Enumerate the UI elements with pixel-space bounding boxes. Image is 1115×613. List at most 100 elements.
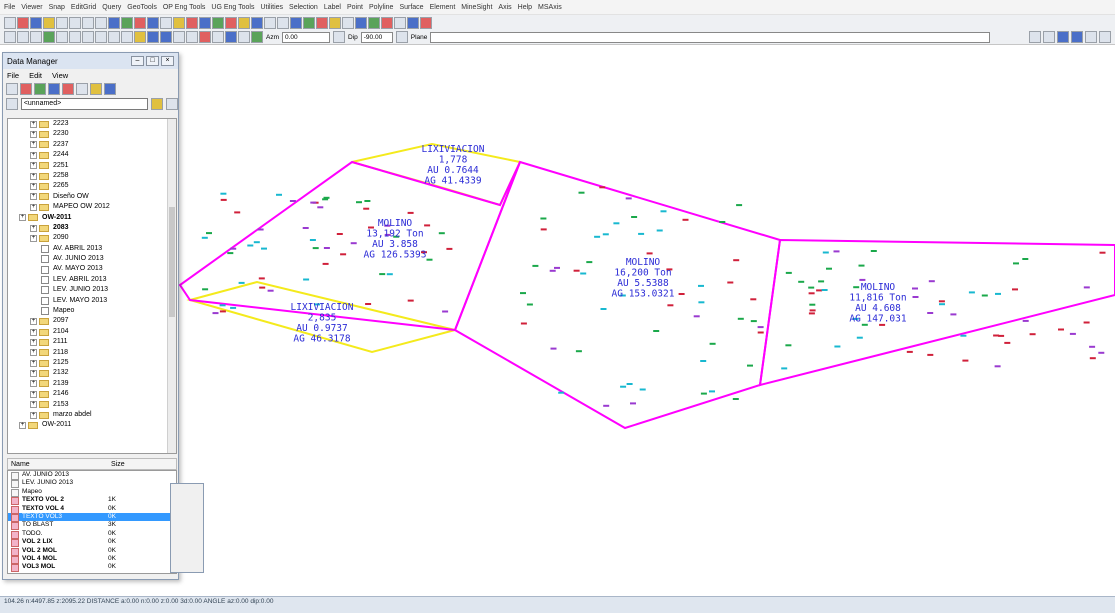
list-item[interactable]: TEXTO VOL 2 1K <box>8 496 176 506</box>
column-size[interactable]: Size <box>108 461 125 468</box>
expand-icon[interactable]: + <box>30 193 37 201</box>
menu-op-eng-tools[interactable]: OP Eng Tools <box>163 4 206 11</box>
zoom-window-icon[interactable] <box>30 31 42 43</box>
render-icon[interactable] <box>251 31 263 43</box>
menu-snap[interactable]: Snap <box>49 4 65 11</box>
tree-item[interactable]: Mapeo <box>8 306 176 316</box>
tree-item[interactable]: AV. JUNIO 2013 <box>8 254 176 264</box>
close-icon[interactable]: × <box>161 56 174 66</box>
render-icon[interactable] <box>212 31 224 43</box>
tree-item[interactable]: +2153 <box>8 400 176 410</box>
window-icon[interactable] <box>1029 31 1041 43</box>
tool-icon[interactable] <box>407 16 419 29</box>
list-item[interactable]: TEXTO VOL 4 0K <box>8 505 176 515</box>
expand-icon[interactable]: + <box>30 141 37 149</box>
menu-utilities[interactable]: Utilities <box>260 4 283 11</box>
grid-icon[interactable] <box>82 31 94 43</box>
arrows-icon[interactable] <box>333 31 345 43</box>
grid-icon[interactable] <box>69 31 81 43</box>
tree-item[interactable]: +2111 <box>8 337 176 347</box>
object-icon[interactable] <box>76 83 88 95</box>
expand-icon[interactable]: + <box>30 203 37 211</box>
arrows-icon[interactable] <box>395 31 408 43</box>
tool-icon[interactable] <box>277 16 289 29</box>
tree-item[interactable]: + MAPEO OW 2012 <box>8 202 176 212</box>
tree-item[interactable]: +2223 <box>8 119 176 129</box>
render-icon[interactable] <box>199 31 211 43</box>
tree-item[interactable]: +2132 <box>8 368 176 378</box>
tree-item[interactable]: + OW-2011 <box>8 213 176 223</box>
menu-ug-eng-tools[interactable]: UG Eng Tools <box>211 4 254 11</box>
expand-icon[interactable]: + <box>30 349 37 357</box>
object-icon[interactable] <box>34 83 46 95</box>
tree-item[interactable]: LEV. MAYO 2013 <box>8 296 176 306</box>
tree-item[interactable]: +2139 <box>8 379 176 389</box>
tool-icon[interactable] <box>251 16 263 29</box>
restore-icon[interactable]: □ <box>146 56 159 66</box>
view-icon[interactable] <box>147 31 159 43</box>
expand-icon[interactable]: + <box>19 422 26 430</box>
menu-polyline[interactable]: Polyline <box>369 4 394 11</box>
tool-icon[interactable] <box>225 16 237 29</box>
zoom-in-icon[interactable] <box>4 31 16 43</box>
expand-icon[interactable]: + <box>30 338 37 346</box>
tree-item[interactable]: LEV. ABRIL 2013 <box>8 275 176 285</box>
view-icon[interactable] <box>173 31 185 43</box>
target-icon[interactable] <box>121 31 133 43</box>
menu-msaxis[interactable]: MSAxis <box>538 4 562 11</box>
tool-icon[interactable] <box>121 16 133 29</box>
list-item[interactable]: VOL 2 LIX 0K <box>8 538 176 548</box>
render-icon[interactable] <box>225 31 237 43</box>
expand-icon[interactable]: + <box>30 172 37 180</box>
filter-icon[interactable] <box>134 31 146 43</box>
menu-surface[interactable]: Surface <box>399 4 423 11</box>
tool-icon[interactable] <box>394 16 406 29</box>
expand-icon[interactable]: + <box>30 183 37 191</box>
plane-field[interactable] <box>430 31 991 43</box>
object-icon[interactable] <box>20 83 32 95</box>
tree-item[interactable]: +2251 <box>8 161 176 171</box>
tool-icon[interactable] <box>147 16 159 29</box>
expand-icon[interactable]: + <box>30 318 37 326</box>
view-icon[interactable] <box>1085 31 1097 43</box>
tree-scrollbar[interactable] <box>167 119 176 453</box>
new-folder-icon[interactable] <box>6 83 18 95</box>
tree-item[interactable]: +2097 <box>8 316 176 326</box>
menu-help[interactable]: Help <box>518 4 532 11</box>
tool-icon[interactable] <box>186 16 198 29</box>
dm-menu-file[interactable]: File <box>7 71 19 80</box>
object-icon[interactable] <box>48 83 60 95</box>
menu-query[interactable]: Query <box>102 4 121 11</box>
menu-minesight[interactable]: MineSight <box>461 4 492 11</box>
menu-label[interactable]: Label <box>324 4 341 11</box>
list-item[interactable]: TEXTO VOL3 0K <box>8 512 176 523</box>
list-item[interactable]: AV. JUNIO 2013 <box>8 471 176 481</box>
view-icon[interactable] <box>1099 31 1111 43</box>
tool-icon[interactable] <box>342 16 354 29</box>
tool-icon[interactable] <box>173 16 185 29</box>
tool-icon[interactable] <box>368 16 380 29</box>
tool-icon[interactable] <box>355 16 367 29</box>
expand-icon[interactable]: + <box>19 214 26 222</box>
expand-icon[interactable]: + <box>30 401 37 409</box>
view-icon[interactable] <box>1071 31 1083 43</box>
tree-item[interactable]: AV. MAYO 2013 <box>8 264 176 274</box>
dm-menu-edit[interactable]: Edit <box>29 71 42 80</box>
expand-icon[interactable]: + <box>30 224 37 232</box>
tree-item[interactable]: +2090 <box>8 233 176 243</box>
list-item[interactable]: VOL 4 MOL 0K <box>8 555 176 565</box>
tree-item[interactable]: LEV. JUNIO 2013 <box>8 285 176 295</box>
expand-icon[interactable]: + <box>30 131 37 139</box>
tool-icon[interactable] <box>420 16 432 29</box>
tool-icon[interactable] <box>82 16 94 29</box>
tool-icon[interactable] <box>30 16 42 29</box>
list-item[interactable]: Mapeo <box>8 488 176 498</box>
floating-panel[interactable] <box>170 483 204 573</box>
tree-item[interactable]: +2146 <box>8 389 176 399</box>
tree-item[interactable]: +2258 <box>8 171 176 181</box>
list-item[interactable]: VOL 2 MOL 0K <box>8 547 176 556</box>
minimize-icon[interactable]: – <box>131 56 144 66</box>
save-icon[interactable] <box>166 98 179 110</box>
list-item[interactable]: LEV. JUNIO 2013 <box>8 479 176 489</box>
render-icon[interactable] <box>238 31 250 43</box>
